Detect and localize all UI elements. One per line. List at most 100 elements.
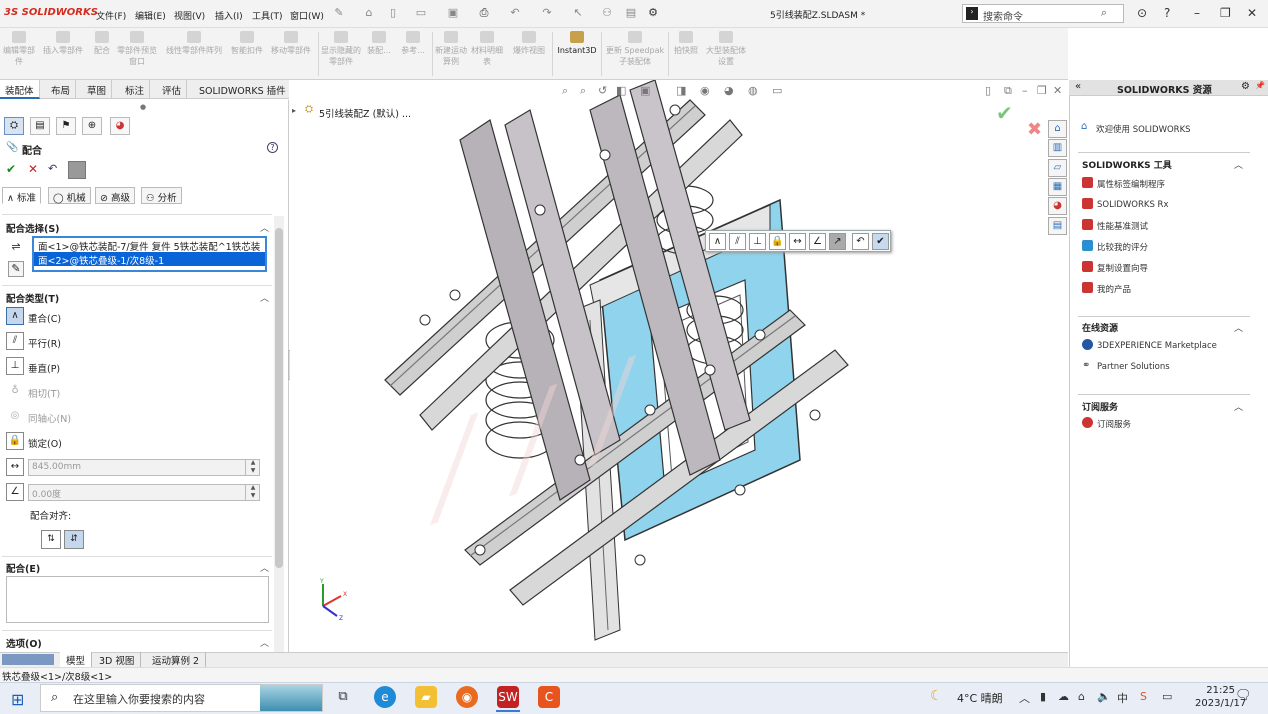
- menu-view[interactable]: 视图(V): [174, 9, 205, 22]
- parallel-icon[interactable]: ⫽: [729, 233, 746, 250]
- tab-scroll-arrows[interactable]: [2, 654, 54, 665]
- lock-icon[interactable]: 🔒: [769, 233, 786, 250]
- help-button[interactable]: ?: [267, 142, 278, 153]
- notification-icon[interactable]: 🗨: [1235, 688, 1252, 703]
- mates-header[interactable]: 配合(E): [6, 561, 40, 575]
- section-view-icon[interactable]: ◧: [616, 84, 626, 97]
- cancel-button[interactable]: ✕: [28, 162, 38, 176]
- collapse-caret-icon[interactable]: ︿: [1234, 158, 1243, 171]
- tab-sketch[interactable]: 草图: [82, 80, 113, 99]
- tools-section-header[interactable]: SOLIDWORKS 工具: [1082, 158, 1172, 171]
- exploded-view-button[interactable]: 爆炸视图: [507, 31, 551, 56]
- hide-show-icon[interactable]: ◉: [700, 84, 710, 97]
- zoom-to-fit-icon[interactable]: ⌕: [562, 84, 568, 98]
- tree-expand-caret-icon[interactable]: ▸: [292, 106, 296, 115]
- distance-icon[interactable]: ↔: [6, 458, 24, 476]
- close-button[interactable]: ✕: [1247, 6, 1257, 20]
- mate-lock-label[interactable]: 锁定(O): [28, 436, 62, 450]
- tool-property-tab-builder[interactable]: 属性标签编制程序: [1097, 178, 1165, 190]
- restore-button[interactable]: ❐: [1220, 6, 1231, 20]
- save-icon[interactable]: ▣: [446, 6, 460, 20]
- tray-expand-icon[interactable]: ︿: [1019, 690, 1030, 706]
- moon-weather-icon[interactable]: ☾: [930, 688, 943, 704]
- file-properties-icon[interactable]: ▤: [624, 6, 638, 20]
- perpendicular-icon[interactable]: ⊥: [6, 357, 24, 375]
- tool-copy-settings-wizard[interactable]: 复制设置向导: [1097, 262, 1148, 274]
- subscription-section-header[interactable]: 订阅服务: [1082, 400, 1118, 413]
- flyout-tree-label[interactable]: 5引线装配Z (默认) ...: [319, 106, 411, 120]
- home-icon[interactable]: ⌂: [362, 6, 376, 20]
- anti-aligned-button[interactable]: ⇵: [64, 530, 84, 549]
- file-explorer-icon[interactable]: ▰: [415, 686, 437, 708]
- redo-icon[interactable]: ↷: [540, 6, 554, 20]
- collapse-caret-icon[interactable]: ︿: [1234, 400, 1243, 413]
- flip-alignment-icon[interactable]: ↗: [829, 233, 846, 250]
- online-3dexperience-marketplace[interactable]: 3DEXPERIENCE Marketplace: [1097, 341, 1217, 351]
- panel-splitter-dot[interactable]: ●: [140, 103, 146, 111]
- menu-tools[interactable]: 工具(T): [252, 9, 283, 22]
- network-icon[interactable]: ⌂: [1078, 690, 1085, 703]
- tab-annotation[interactable]: 标注: [120, 80, 151, 99]
- graphics-viewport[interactable]: ⟋⟋⟋: [290, 80, 1068, 652]
- collapse-caret-icon[interactable]: ︿: [1234, 321, 1243, 334]
- appearances-icon[interactable]: ◕: [1048, 197, 1067, 215]
- parallel-icon[interactable]: ⫽: [6, 332, 24, 350]
- distance-icon[interactable]: ↔: [789, 233, 806, 250]
- aligned-button[interactable]: ⇅: [41, 530, 61, 549]
- tray-cloud-icon[interactable]: ☁: [1058, 690, 1069, 703]
- undo-icon[interactable]: ↶: [852, 233, 869, 250]
- view-orientation-icon[interactable]: ▣: [640, 84, 650, 97]
- pin-pane-icon[interactable]: 📌: [1255, 81, 1265, 90]
- windows-start-icon[interactable]: ⊞: [11, 690, 24, 709]
- firefox-icon[interactable]: ◉: [456, 686, 478, 708]
- task-view-icon[interactable]: ⧉: [332, 686, 354, 708]
- confirmation-ok-icon[interactable]: ✔: [996, 101, 1013, 125]
- apply-scene-icon[interactable]: ◍: [748, 84, 758, 97]
- scrollbar-thumb[interactable]: [275, 228, 283, 568]
- selection-item-face1[interactable]: 面<1>@铁芯装配-7/复件 复件 5铁芯装配^1铁芯装: [34, 238, 265, 252]
- select-icon[interactable]: ↖: [571, 6, 585, 20]
- undo-button[interactable]: ↶: [48, 162, 57, 175]
- tab-layout[interactable]: 布局: [46, 80, 77, 99]
- volume-icon[interactable]: 🔈: [1097, 690, 1111, 703]
- weather-text[interactable]: 4°C 晴朗: [957, 690, 1003, 706]
- linear-pattern-button[interactable]: 线性零部件阵列: [160, 31, 228, 56]
- input-method-icon[interactable]: 中: [1117, 690, 1128, 706]
- viewport-split-icon[interactable]: ▯: [985, 84, 991, 97]
- mate-coincident-label[interactable]: 重合(C): [28, 311, 61, 325]
- viewport-close-icon[interactable]: ✕: [1053, 84, 1062, 97]
- display-icon[interactable]: ▭: [1162, 690, 1172, 703]
- print-icon[interactable]: ⎙: [477, 6, 491, 20]
- property-manager-icon[interactable]: ▤: [30, 117, 50, 135]
- welcome-link[interactable]: 欢迎使用 SOLIDWORKS: [1096, 123, 1191, 135]
- subscription-services-link[interactable]: 订阅服务: [1097, 418, 1131, 430]
- coincident-icon[interactable]: ∧: [6, 307, 24, 325]
- mate-perpendicular-label[interactable]: 垂直(P): [28, 361, 60, 375]
- new-file-icon[interactable]: ▯: [386, 6, 400, 20]
- zoom-to-area-icon[interactable]: ⌕: [580, 84, 586, 98]
- collapse-caret-icon[interactable]: ︿: [260, 221, 269, 234]
- smart-fasteners-button[interactable]: 智能扣件: [229, 31, 265, 56]
- take-snapshot-button[interactable]: 拍快照: [670, 31, 702, 56]
- viewport-maximize-icon[interactable]: ❐: [1037, 84, 1047, 97]
- mate-selections-header[interactable]: 配合选择(S): [6, 221, 60, 235]
- selection-item-face2[interactable]: 面<2>@铁芯叠级-1/次8级-1: [34, 252, 265, 266]
- configuration-manager-icon[interactable]: ⚑: [56, 117, 76, 135]
- search-icon[interactable]: ⌕: [1101, 6, 1107, 20]
- tab-model[interactable]: 模型: [60, 652, 93, 667]
- collapse-caret-icon[interactable]: ︿: [260, 561, 269, 574]
- minimize-button[interactable]: –: [1194, 6, 1200, 20]
- mate-types-header[interactable]: 配合类型(T): [6, 291, 59, 305]
- update-speedpak-button[interactable]: 更新 Speedpak 子装配体: [603, 31, 667, 67]
- lock-icon[interactable]: 🔒: [6, 432, 24, 450]
- menu-insert[interactable]: 插入(I): [215, 9, 243, 22]
- collapse-caret-icon[interactable]: ︿: [260, 636, 269, 649]
- options-gear-icon[interactable]: ⚙: [646, 6, 660, 20]
- sogou-ime-icon[interactable]: S: [1140, 690, 1147, 703]
- design-library-icon[interactable]: ▥: [1048, 139, 1067, 157]
- rebuild-icon[interactable]: ⚇: [600, 6, 614, 20]
- feature-tree-icon[interactable]: ⛭: [4, 117, 24, 135]
- home-resources-icon[interactable]: ⌂: [1048, 120, 1067, 138]
- coincident-icon[interactable]: ∧: [709, 233, 726, 250]
- show-hidden-components-button[interactable]: 显示隐藏的零部件: [320, 31, 362, 67]
